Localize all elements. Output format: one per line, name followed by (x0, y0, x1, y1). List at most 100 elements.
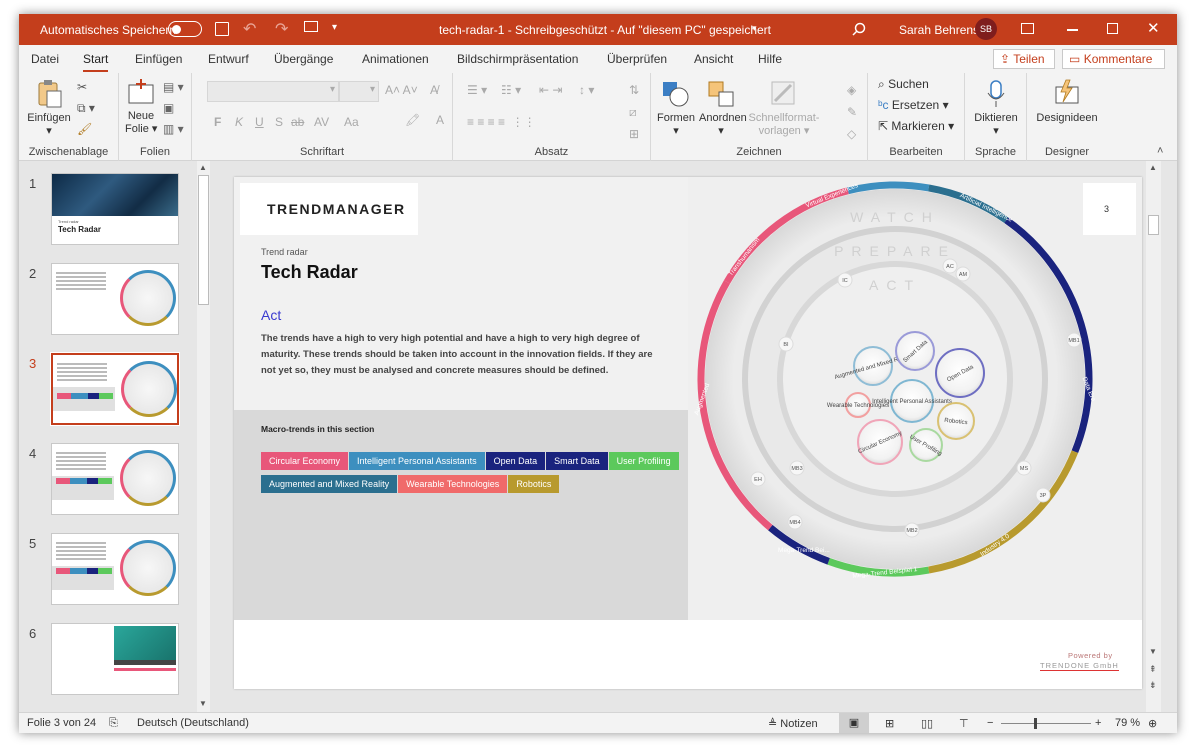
copy-icon[interactable]: ⧉ ▾ (77, 101, 95, 116)
tab-animationen[interactable]: Animationen (362, 52, 429, 66)
ribbon-display-icon[interactable] (1021, 23, 1034, 34)
char-spacing-button[interactable]: AV (314, 115, 329, 129)
underline-button[interactable]: U (255, 115, 264, 129)
zoom-out-icon[interactable]: − (987, 717, 993, 729)
tab-einfuegen[interactable]: Einfügen (135, 52, 182, 66)
align-text-icon[interactable]: ⧄ (629, 105, 637, 120)
slide-thumbnail[interactable]: Trend radar Tech Radar (51, 173, 179, 245)
close-icon[interactable]: ✕ (1147, 19, 1160, 37)
zoom-in-icon[interactable]: + (1095, 717, 1101, 729)
font-color-icon[interactable]: A (436, 113, 444, 127)
comments-button[interactable]: ▭ Kommentare (1062, 49, 1165, 69)
slide-thumbnail[interactable] (51, 533, 179, 605)
editor-scrollbar[interactable]: ▲ ▼ ⇞ ⇟ (1146, 161, 1161, 712)
scroll-down-icon[interactable]: ▼ (1149, 647, 1157, 656)
next-slide-icon[interactable]: ⇟ (1149, 680, 1157, 691)
fit-slide-icon[interactable]: ⊕ (1148, 717, 1157, 730)
tab-uebergaenge[interactable]: Übergänge (274, 52, 333, 66)
language[interactable]: Deutsch (Deutschland) (137, 717, 249, 729)
tab-start[interactable]: Start (83, 52, 109, 72)
shapes-button[interactable]: Formen ▾ (655, 79, 697, 138)
slideshow-icon[interactable]: ⊤ (959, 717, 969, 730)
select-button[interactable]: ⇱ Markieren ▾ (878, 119, 954, 133)
font-name-field[interactable]: ▾ (207, 81, 339, 102)
thumbs-scroll-up-icon[interactable]: ▲ (199, 163, 207, 172)
zoom-slider[interactable] (1001, 718, 1091, 729)
reset-icon[interactable]: ▣ (163, 101, 174, 115)
indent-icon[interactable]: ⇤ ⇥ (539, 83, 562, 97)
tech-radar-diagram: WATCHPREPAREACTVirtual Experiences Artifi… (693, 181, 1097, 580)
tab-bildschirmpraesentation[interactable]: Bildschirmpräsentation (457, 52, 578, 66)
line-spacing-icon[interactable]: ↕ ▾ (579, 83, 594, 97)
design-ideas-button[interactable]: Designideen (1033, 79, 1101, 125)
tab-entwurf[interactable]: Entwurf (208, 52, 249, 66)
change-case-button[interactable]: Aa (344, 115, 359, 129)
numbering-icon[interactable]: ☷ ▾ (501, 83, 521, 97)
italic-button[interactable]: K (235, 115, 243, 129)
bullets-icon[interactable]: ☰ ▾ (467, 83, 487, 97)
section-icon[interactable]: ▥ ▾ (163, 122, 184, 136)
slide-sorter-icon[interactable]: ⊞ (885, 717, 894, 730)
thumbs-scroll-thumb[interactable] (198, 175, 209, 305)
thumbnail-kicker: Trend radar (58, 219, 79, 224)
quick-access-chevron-icon[interactable]: ▾ (332, 22, 337, 33)
highlight-icon[interactable]: 🖍 (405, 113, 420, 127)
notes-icon: ≜ (768, 718, 778, 730)
share-button[interactable]: ⇪ Teilen (993, 49, 1055, 69)
notes-button[interactable]: ≜ Notizen (768, 717, 818, 730)
thumbs-scroll-down-icon[interactable]: ▼ (199, 699, 207, 708)
new-slide-button[interactable]: Neue Folie ▾ (125, 79, 157, 136)
cut-icon[interactable]: ✂ (77, 80, 87, 94)
clear-formatting-icon[interactable]: A̸ (430, 83, 438, 97)
text-direction-icon[interactable]: ⇅ (629, 83, 639, 97)
reading-view-icon[interactable]: ▯▯ (921, 717, 933, 730)
shape-fill-icon[interactable]: ◈ (847, 83, 856, 97)
group-label-voice: Sprache (975, 146, 1016, 158)
slide-thumbnail[interactable] (51, 623, 179, 695)
undo-icon[interactable]: ↶ (243, 19, 256, 39)
dictate-button[interactable]: Diktieren ▾ (971, 79, 1021, 138)
presentation-icon[interactable] (304, 21, 318, 32)
redo-icon[interactable]: ↷ (275, 19, 288, 39)
align-icons[interactable]: ≡ ≡ ≡ ≡ ⋮⋮ (467, 115, 536, 129)
normal-view-icon[interactable]: ▣ (839, 713, 869, 733)
zoom-level[interactable]: 79 % (1115, 717, 1140, 729)
save-icon[interactable] (215, 22, 229, 36)
increase-font-icon[interactable]: A˄ A˅ (385, 83, 418, 97)
minimize-icon[interactable] (1067, 29, 1078, 31)
find-button[interactable]: ⌕ Suchen (878, 77, 929, 92)
tab-datei[interactable]: Datei (31, 52, 59, 66)
replace-button[interactable]: ᵇc Ersetzen ▾ (878, 98, 949, 112)
format-painter-icon[interactable]: 🖌 (77, 122, 92, 136)
tab-ansicht[interactable]: Ansicht (694, 52, 733, 66)
tab-ueberpruefen[interactable]: Überprüfen (607, 52, 667, 66)
slide-canvas[interactable]: TRENDMANAGER 3 Trend radar Tech Radar Ac… (234, 177, 1142, 689)
shadow-button[interactable]: S (275, 115, 283, 129)
arrange-button[interactable]: Anordnen ▾ (699, 79, 747, 138)
zoom-slider-thumb[interactable] (1034, 718, 1037, 729)
strikethrough-button[interactable]: ab (291, 115, 304, 129)
slide-thumbnail[interactable] (50, 352, 180, 426)
bold-button[interactable]: F (214, 115, 221, 129)
prev-slide-icon[interactable]: ⇞ (1149, 664, 1157, 675)
layout-icon[interactable]: ▤ ▾ (163, 80, 184, 94)
maximize-icon[interactable] (1107, 23, 1118, 34)
collapse-ribbon-icon[interactable]: ˄ (1157, 145, 1163, 157)
font-size-field[interactable]: ▾ (339, 81, 379, 102)
title-chevron-icon[interactable]: ▾ (752, 23, 757, 34)
shape-outline-icon[interactable]: ✎ (847, 105, 857, 119)
shape-effects-icon[interactable]: ◇ (847, 127, 856, 141)
avatar[interactable]: SB (975, 18, 997, 40)
quick-styles-button[interactable]: Schnellformat-vorlagen ▾ (747, 79, 821, 138)
thumbnails-scrollbar[interactable]: ▲ ▼ (197, 161, 210, 712)
tab-hilfe[interactable]: Hilfe (758, 52, 782, 66)
spellcheck-icon[interactable]: ⎘ (109, 717, 118, 730)
smartart-icon[interactable]: ⊞ (629, 127, 639, 141)
slide-thumbnail[interactable] (51, 443, 179, 515)
slide-thumbnail[interactable] (51, 263, 179, 335)
scroll-thumb[interactable] (1148, 215, 1159, 235)
paste-button[interactable]: Einfügen ▾ (27, 79, 71, 138)
scroll-up-icon[interactable]: ▲ (1149, 163, 1157, 172)
search-icon[interactable] (852, 22, 866, 36)
autosave-toggle[interactable] (168, 21, 202, 37)
